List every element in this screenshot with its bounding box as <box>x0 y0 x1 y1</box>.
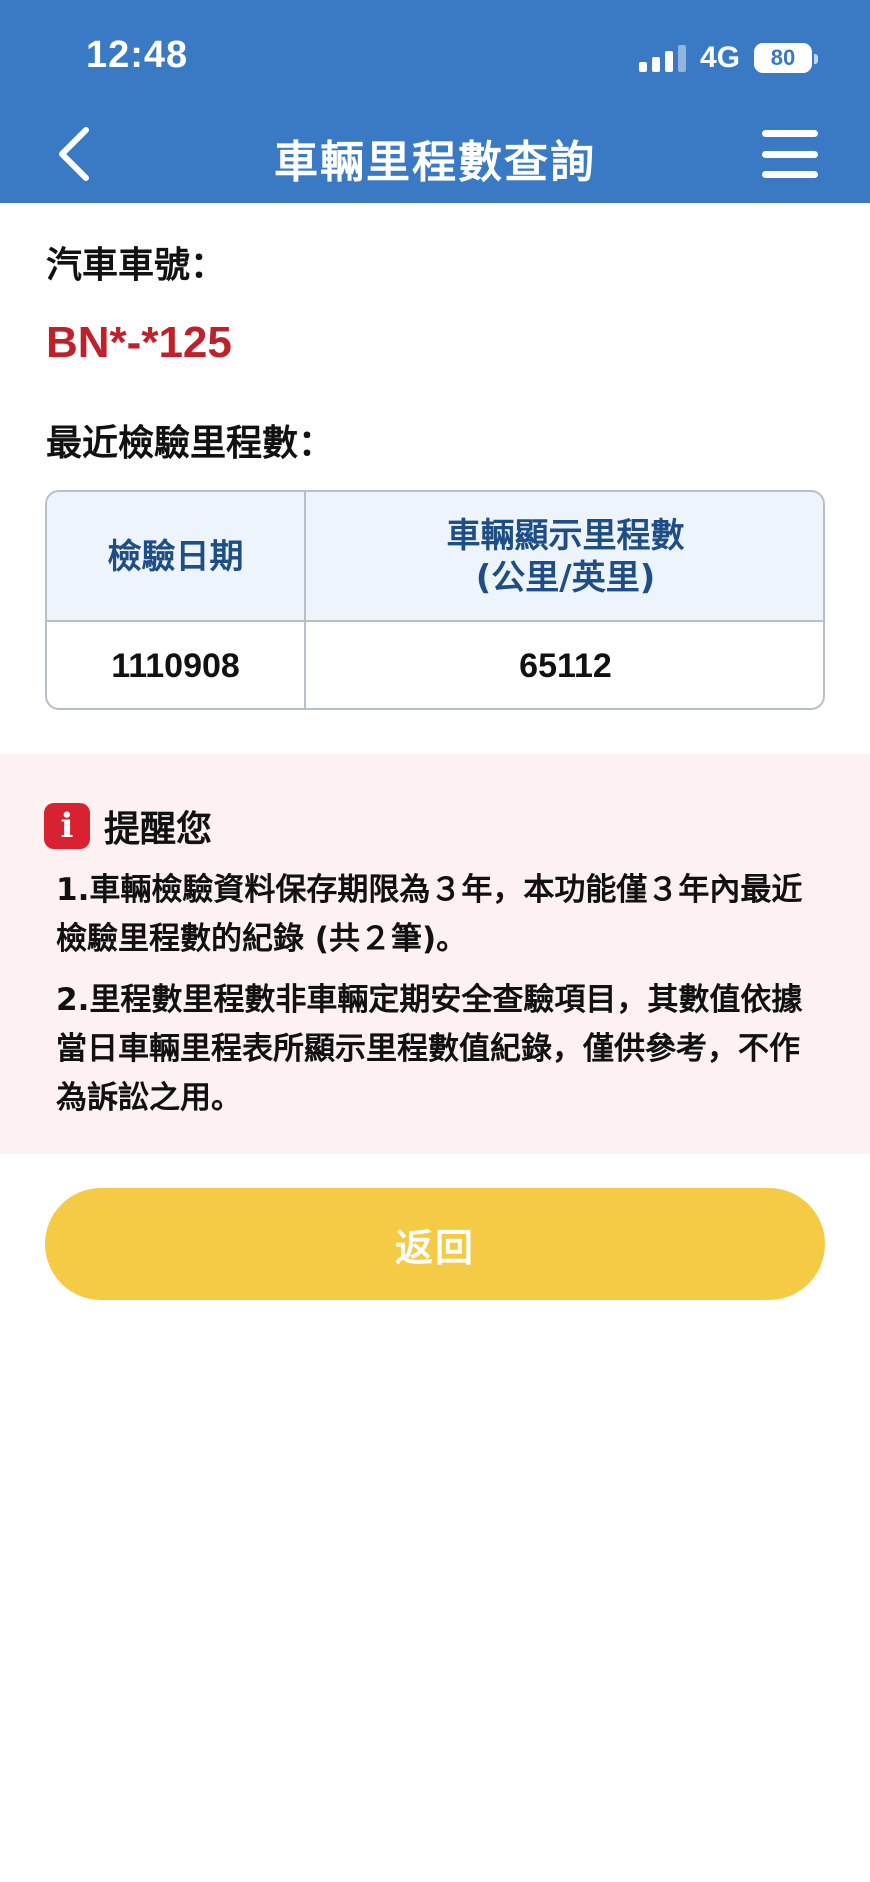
mileage-section-label: 最近檢驗里程數： <box>46 423 335 464</box>
notice-title: 提醒您 <box>104 809 213 850</box>
column-header-date: 檢驗日期 <box>107 536 244 577</box>
status-indicators: 4G 80 <box>638 40 818 76</box>
network-type: 4G <box>699 41 740 74</box>
return-button[interactable]: 返回 <box>45 1188 825 1300</box>
notice-panel: i 提醒您 1.車輛檢驗資料保存期限為３年，本功能僅３年內最近檢驗里程數的紀錄 … <box>0 754 870 1154</box>
signal-icon <box>638 44 686 72</box>
mileage-table: 檢驗日期 車輛顯示里程數 (公里/英里) 1110908 65112 <box>45 490 825 710</box>
notice-item: 1.車輛檢驗資料保存期限為３年，本功能僅３年內最近檢驗里程數的紀錄 (共２筆)。 <box>56 872 803 957</box>
table-cell-mileage: 65112 <box>519 646 612 685</box>
table-cell-date: 1110908 <box>111 646 240 685</box>
notice-item: 2.里程數里程數非車輛定期安全查驗項目，其數值依據當日車輛里程表所顯示里程數值紀… <box>56 982 803 1116</box>
battery-level: 80 <box>770 45 796 70</box>
plate-label: 汽車車號： <box>46 245 227 286</box>
plate-number: BN*-*125 <box>46 318 232 367</box>
column-header-mileage: 車輛顯示里程數 (公里/英里) <box>446 515 685 599</box>
hamburger-menu-icon <box>762 130 818 137</box>
page-title: 車輛里程數查詢 <box>274 137 596 188</box>
notice-header: i 提醒您 <box>44 800 212 852</box>
menu-button[interactable] <box>762 130 818 178</box>
status-time: 12:48 <box>86 34 189 76</box>
app-header: 12:48 4G 80 車輛里程數查詢 <box>0 0 870 203</box>
info-icon: i <box>44 803 90 849</box>
battery-icon: 80 <box>754 43 818 73</box>
